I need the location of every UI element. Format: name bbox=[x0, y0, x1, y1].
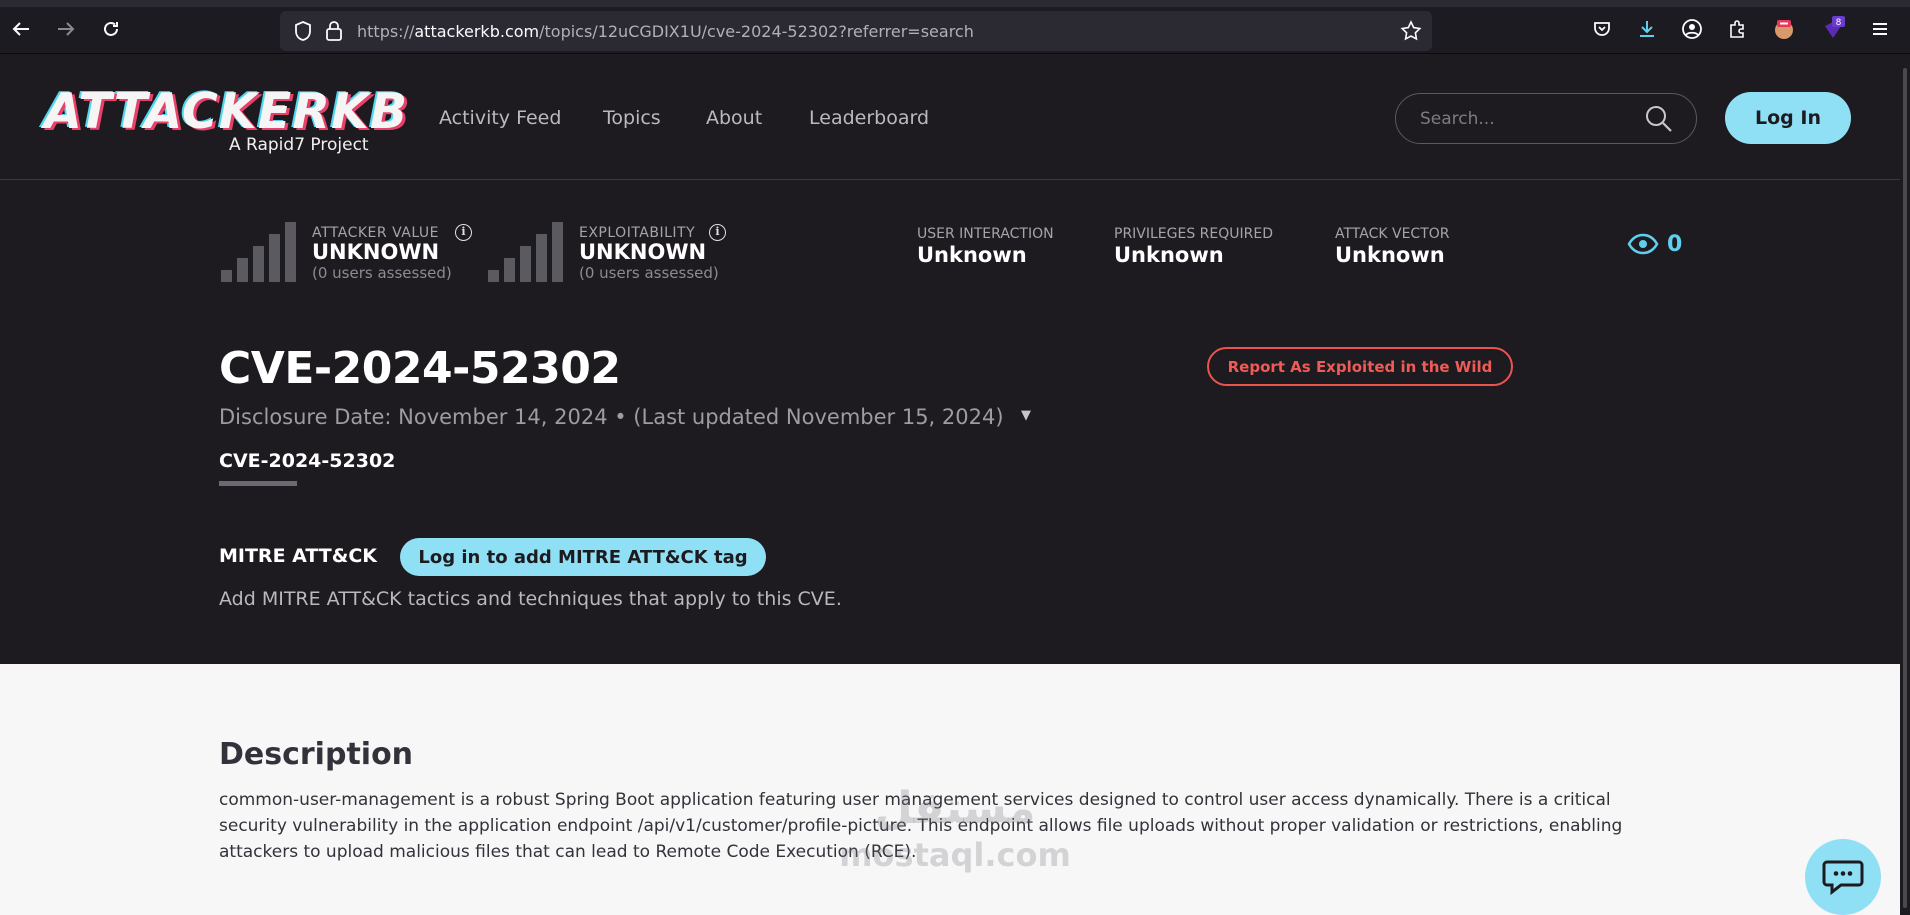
site-header: ATTACKERKB A Rapid7 Project Activity Fee… bbox=[0, 55, 1910, 180]
search-icon[interactable] bbox=[1644, 104, 1674, 134]
lock-icon[interactable] bbox=[324, 20, 344, 46]
description-heading: Description bbox=[219, 737, 414, 772]
bookmark-star-icon[interactable] bbox=[1400, 20, 1422, 46]
nav-leaderboard[interactable]: Leaderboard bbox=[809, 107, 929, 129]
exploitability-label: EXPLOITABILITY bbox=[579, 225, 696, 241]
report-exploited-button[interactable]: Report As Exploited in the Wild bbox=[1207, 347, 1513, 386]
chat-button[interactable] bbox=[1805, 839, 1881, 915]
page-title: CVE-2024-52302 bbox=[219, 343, 621, 394]
shield-icon[interactable] bbox=[292, 20, 314, 46]
menu-hamburger-icon[interactable] bbox=[1867, 16, 1893, 42]
pocket-icon[interactable] bbox=[1589, 16, 1615, 42]
download-icon[interactable] bbox=[1634, 16, 1660, 42]
extension-badge: 8 bbox=[1836, 18, 1842, 28]
url-path: /topics/12uCGDIX1U/cve-2024-52302?referr… bbox=[539, 22, 974, 41]
watermark-arabic: مستقل bbox=[874, 783, 1036, 834]
search-box[interactable] bbox=[1395, 93, 1697, 144]
search-input[interactable] bbox=[1420, 107, 1640, 131]
scrollbar-thumb[interactable] bbox=[1903, 68, 1907, 908]
back-arrow-icon[interactable] bbox=[8, 16, 34, 42]
caret-down-icon[interactable]: ▼ bbox=[1021, 408, 1031, 423]
logo-subtitle: A Rapid7 Project bbox=[229, 135, 369, 155]
tab-active-indicator bbox=[219, 481, 297, 486]
exploitability-info-icon[interactable]: i bbox=[709, 224, 726, 241]
nav-about[interactable]: About bbox=[706, 107, 762, 129]
view-count-value: 0 bbox=[1667, 231, 1683, 257]
privileges-required-label: PRIVILEGES REQUIRED bbox=[1114, 226, 1274, 242]
nav-activity-feed[interactable]: Activity Feed bbox=[439, 107, 561, 129]
exploitability-value: UNKNOWN bbox=[579, 240, 707, 264]
exploitability-assessed: (0 users assessed) bbox=[579, 264, 719, 282]
attack-vector-label: ATTACK VECTOR bbox=[1335, 226, 1450, 242]
forward-arrow-icon[interactable] bbox=[53, 16, 79, 42]
url-scheme: https:// bbox=[357, 22, 415, 41]
url-host: attackerkb.com bbox=[414, 22, 540, 41]
account-icon[interactable] bbox=[1679, 16, 1705, 42]
reload-icon[interactable] bbox=[98, 16, 124, 42]
browser-toolbar: https://attackerkb.com/topics/12uCGDIX1U… bbox=[0, 0, 1910, 54]
extensions-puzzle-icon[interactable] bbox=[1724, 16, 1750, 42]
user-interaction-value: Unknown bbox=[917, 243, 1027, 267]
add-mitre-tag-button[interactable]: Log in to add MITRE ATT&CK tag bbox=[400, 538, 766, 576]
attacker-value: UNKNOWN bbox=[312, 240, 440, 264]
tab-strip bbox=[0, 0, 1910, 7]
attack-vector-value: Unknown bbox=[1335, 243, 1445, 267]
user-interaction-label: USER INTERACTION bbox=[917, 226, 1054, 242]
attacker-value-info-icon[interactable]: i bbox=[455, 224, 472, 241]
exploitability-signal-icon bbox=[488, 222, 563, 282]
view-count: 0 bbox=[1627, 229, 1682, 259]
extension-shield-icon[interactable]: 8 bbox=[1820, 16, 1846, 42]
attackerkb-logo[interactable]: ATTACKERKB bbox=[44, 83, 408, 140]
chat-bubble-icon bbox=[1822, 860, 1864, 895]
eye-icon bbox=[1627, 233, 1659, 255]
disclosure-date[interactable]: Disclosure Date: November 14, 2024 • (La… bbox=[219, 405, 1004, 429]
tab-cve[interactable]: CVE-2024-52302 bbox=[219, 450, 395, 472]
attacker-value-signal-icon bbox=[221, 222, 296, 282]
mitre-help-text: Add MITRE ATT&CK tactics and techniques … bbox=[219, 588, 842, 610]
url-text[interactable]: https://attackerkb.com/topics/12uCGDIX1U… bbox=[357, 22, 974, 41]
watermark: مستقل mostaql.com bbox=[835, 782, 1075, 874]
attacker-value-label: ATTACKER VALUE bbox=[312, 225, 440, 241]
mitre-label: MITRE ATT&CK bbox=[219, 545, 377, 567]
login-button[interactable]: Log In bbox=[1725, 92, 1851, 144]
privileges-required-value: Unknown bbox=[1114, 243, 1224, 267]
attacker-value-assessed: (0 users assessed) bbox=[312, 264, 452, 282]
watermark-text: mostaql.com bbox=[839, 836, 1071, 874]
nav-topics[interactable]: Topics bbox=[603, 107, 661, 129]
extension-avatar-icon[interactable] bbox=[1771, 16, 1797, 42]
address-bar[interactable]: https://attackerkb.com/topics/12uCGDIX1U… bbox=[280, 11, 1432, 51]
